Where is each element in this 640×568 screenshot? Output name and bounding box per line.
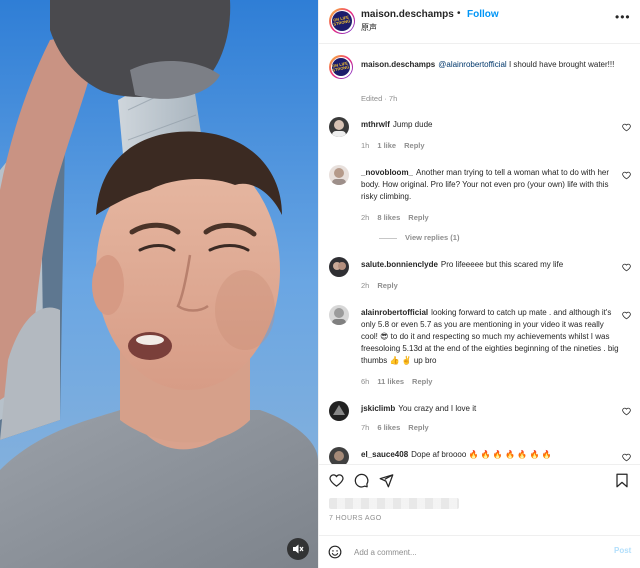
- more-options-icon[interactable]: •••: [615, 10, 631, 24]
- comment-meta: 6h 11 likes Reply: [361, 377, 440, 386]
- comment-body: Dope af broooo 🔥 🔥 🔥 🔥 🔥 🔥 🔥: [411, 450, 552, 459]
- post-video[interactable]: [0, 0, 318, 568]
- author-username[interactable]: maison.deschamps: [361, 9, 454, 20]
- caption-edited: Edited · 7h: [361, 94, 398, 103]
- comment-body: Pro lifeeeee but this scared my life: [440, 260, 564, 269]
- comment-text: mthrwlf Jump dude: [361, 119, 619, 131]
- comment-text: jskiclimb You crazy and I love it: [361, 403, 619, 415]
- comment-avatar[interactable]: [329, 447, 349, 464]
- post-header: ON LIFE STRONG maison.deschamps • Follow…: [319, 0, 640, 44]
- send-icon[interactable]: [379, 473, 394, 488]
- audio-label[interactable]: 原声: [361, 22, 377, 33]
- comment-username[interactable]: alainrobertofficial: [361, 308, 428, 317]
- bookmark-icon[interactable]: [615, 473, 629, 488]
- comment-time[interactable]: 7h: [361, 423, 369, 432]
- author-avatar[interactable]: ON LIFE STRONG: [329, 8, 355, 34]
- avatar-logo-text: ON LIFE STRONG: [332, 60, 350, 73]
- comment-time[interactable]: 2h: [361, 281, 369, 290]
- post-dialog: ON LIFE STRONG maison.deschamps • Follow…: [0, 0, 640, 568]
- add-comment-bar: Post: [319, 535, 640, 568]
- heart-icon[interactable]: [622, 311, 631, 320]
- comment-likes[interactable]: 1 like: [377, 141, 396, 150]
- post-side-panel: ON LIFE STRONG maison.deschamps • Follow…: [318, 0, 640, 568]
- comment-likes[interactable]: 8 likes: [377, 213, 400, 222]
- caption-avatar[interactable]: ON LIFE STRONG: [329, 55, 353, 79]
- heart-icon[interactable]: [329, 473, 344, 488]
- comment-text: salute.bonnienclyde Pro lifeeeee but this…: [361, 259, 619, 271]
- comment-text: _novobloom_ Another man trying to tell a …: [361, 167, 619, 203]
- comment-username[interactable]: salute.bonnienclyde: [361, 260, 438, 269]
- comment-likes[interactable]: 6 likes: [377, 423, 400, 432]
- post-timestamp[interactable]: 7 HOURS AGO: [329, 515, 382, 522]
- comment-username[interactable]: jskiclimb: [361, 404, 395, 413]
- caption-text: maison.deschamps @alainrobertofficial I s…: [361, 59, 619, 71]
- comment-username[interactable]: _novobloom_: [361, 168, 413, 177]
- comment-text: alainrobertofficial looking forward to ca…: [361, 307, 619, 367]
- action-bar: [319, 464, 640, 494]
- view-replies-button[interactable]: View replies (1): [379, 233, 459, 242]
- avatar-logo-text: ON LIFE STRONG: [333, 14, 352, 27]
- comment-username[interactable]: el_sauce408: [361, 450, 408, 459]
- heart-icon[interactable]: [622, 123, 631, 132]
- comment-meta: 2h Reply: [361, 281, 406, 290]
- mute-button[interactable]: [287, 538, 309, 560]
- caption-mention[interactable]: @alainrobertofficial: [438, 60, 506, 69]
- comments-list[interactable]: ON LIFE STRONG maison.deschamps @alainrob…: [319, 45, 640, 464]
- reply-button[interactable]: Reply: [404, 141, 424, 150]
- caption-body: I should have brought water!!!: [508, 60, 615, 69]
- post-comment-button[interactable]: Post: [614, 546, 631, 555]
- comment-time[interactable]: 1h: [361, 141, 369, 150]
- reply-button[interactable]: Reply: [377, 281, 397, 290]
- comment-avatar[interactable]: [329, 257, 349, 277]
- comment-username[interactable]: mthrwlf: [361, 120, 390, 129]
- comment-time[interactable]: 6h: [361, 377, 369, 386]
- heart-icon[interactable]: [622, 263, 631, 272]
- reply-button[interactable]: Reply: [408, 423, 428, 432]
- heart-icon[interactable]: [622, 407, 631, 416]
- comment-meta: 2h 8 likes Reply: [361, 213, 437, 222]
- likes-count-blurred: [329, 498, 459, 509]
- comment-avatar[interactable]: [329, 117, 349, 137]
- speaker-muted-icon: [293, 544, 304, 554]
- comment-avatar[interactable]: [329, 401, 349, 421]
- comment-input[interactable]: [354, 545, 584, 559]
- comment-body: You crazy and I love it: [398, 404, 477, 413]
- comment-meta: 1h 1 like Reply: [361, 141, 433, 150]
- comment-avatar[interactable]: [329, 165, 349, 185]
- comment-likes[interactable]: 11 likes: [377, 377, 404, 386]
- comment-icon[interactable]: [354, 473, 369, 488]
- comment-meta: 7h 6 likes Reply: [361, 423, 437, 432]
- comment-time[interactable]: 2h: [361, 213, 369, 222]
- follow-button[interactable]: Follow: [467, 9, 499, 20]
- smiley-icon[interactable]: [328, 545, 342, 559]
- video-frame: [0, 0, 318, 568]
- comment-avatar[interactable]: [329, 305, 349, 325]
- reply-button[interactable]: Reply: [412, 377, 432, 386]
- header-separator: •: [457, 8, 461, 19]
- heart-icon[interactable]: [622, 171, 631, 180]
- heart-icon[interactable]: [622, 453, 631, 462]
- caption-username[interactable]: maison.deschamps: [361, 60, 435, 69]
- caption-meta: Edited · 7h: [361, 94, 405, 103]
- reply-button[interactable]: Reply: [408, 213, 428, 222]
- comment-text: el_sauce408 Dope af broooo 🔥 🔥 🔥 🔥 🔥 🔥 🔥: [361, 449, 619, 461]
- comment-body: Jump dude: [392, 120, 433, 129]
